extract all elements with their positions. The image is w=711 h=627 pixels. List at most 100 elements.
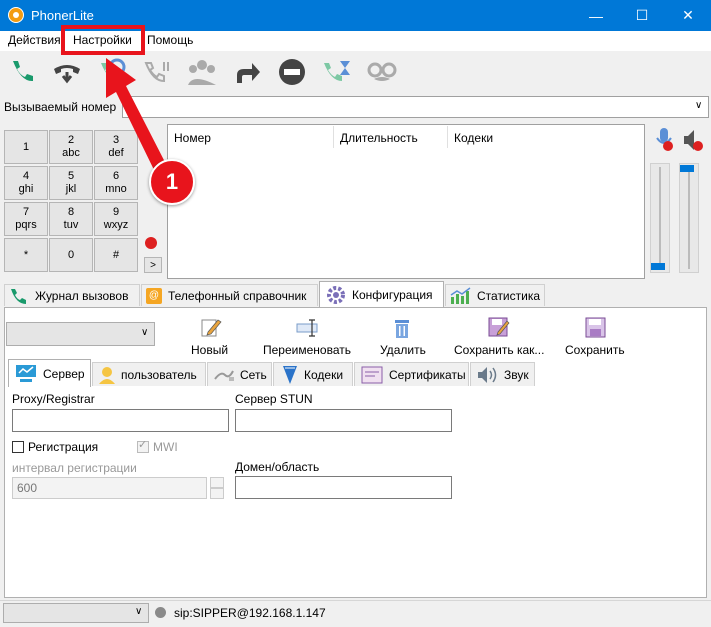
subtab-label: Сеть bbox=[240, 367, 267, 382]
subtab-user[interactable]: пользователь bbox=[92, 362, 206, 386]
chevron-down-icon: ∨ bbox=[141, 327, 149, 338]
subtab-sound[interactable]: Звук bbox=[470, 362, 535, 386]
dial-letters: abc bbox=[62, 147, 80, 159]
dial-key[interactable]: 1 bbox=[4, 130, 48, 164]
tab-label: Конфигурация bbox=[352, 287, 433, 302]
maximize-button[interactable]: ☐ bbox=[619, 0, 665, 31]
app-logo-icon bbox=[8, 7, 24, 23]
interval-input[interactable]: 600 bbox=[12, 477, 207, 499]
phonebook-icon: @ bbox=[146, 287, 162, 304]
dial-digit: 0 bbox=[67, 248, 75, 261]
new-button[interactable]: Новый bbox=[191, 343, 228, 357]
user-icon bbox=[99, 366, 115, 384]
save-as-button[interactable]: Сохранить как... bbox=[454, 343, 544, 357]
dial-key[interactable]: 7 pqrs bbox=[4, 202, 48, 236]
subtab-certificates[interactable]: Сертификаты bbox=[354, 362, 469, 386]
expand-button[interactable]: > bbox=[144, 257, 162, 273]
dial-key[interactable]: 8 tuv bbox=[49, 202, 93, 236]
column-codecs[interactable]: Кодеки bbox=[454, 131, 493, 145]
subtab-label: Кодеки bbox=[304, 367, 344, 382]
rename-button[interactable]: Переименовать bbox=[263, 343, 351, 357]
tab-statistics[interactable]: Статистика bbox=[445, 284, 545, 306]
account-select[interactable] bbox=[3, 603, 149, 623]
dial-key[interactable]: * bbox=[4, 238, 48, 272]
server-icon bbox=[16, 364, 36, 382]
minimize-button[interactable]: — bbox=[573, 0, 619, 31]
column-divider bbox=[447, 126, 448, 148]
dial-digit: 4 bbox=[22, 170, 30, 182]
dial-digit: 8 bbox=[67, 206, 75, 218]
rename-icon bbox=[296, 318, 320, 338]
tab-configuration[interactable]: Конфигурация bbox=[319, 281, 444, 307]
dial-letters: tuv bbox=[63, 219, 79, 231]
register-label[interactable]: Регистрация bbox=[28, 440, 98, 454]
subtab-network[interactable]: Сеть bbox=[207, 362, 272, 386]
stun-input[interactable] bbox=[235, 409, 452, 432]
subtab-label: пользователь bbox=[121, 367, 197, 382]
record-icon[interactable] bbox=[145, 237, 157, 249]
wait-call-icon[interactable] bbox=[321, 56, 353, 88]
register-checkbox[interactable] bbox=[12, 441, 24, 453]
mwi-label[interactable]: MWI bbox=[153, 440, 178, 454]
certificate-icon bbox=[361, 366, 383, 383]
subtab-label: Сертификаты bbox=[389, 367, 466, 382]
microphone-icon[interactable] bbox=[655, 128, 673, 152]
subtab-codecs[interactable]: Кодеки bbox=[273, 362, 353, 386]
slider-track bbox=[688, 167, 690, 269]
phone-call-icon[interactable] bbox=[6, 56, 38, 88]
dial-key[interactable]: 5 jkl bbox=[49, 166, 93, 200]
dial-digit: 5 bbox=[67, 170, 75, 182]
chevron-down-icon: ∨ bbox=[135, 606, 143, 617]
menu-actions[interactable]: Действия bbox=[8, 33, 61, 47]
hold-icon[interactable] bbox=[51, 56, 83, 88]
subtab-server[interactable]: Сервер bbox=[8, 359, 91, 387]
statistics-icon bbox=[450, 286, 471, 304]
dial-key[interactable]: 0 bbox=[49, 238, 93, 272]
speaker-icon[interactable] bbox=[682, 128, 704, 152]
dnd-icon[interactable] bbox=[276, 56, 308, 88]
save-button[interactable]: Сохранить bbox=[565, 343, 625, 357]
mic-slider-thumb[interactable] bbox=[651, 263, 665, 270]
sound-icon bbox=[478, 366, 497, 383]
calls-list[interactable] bbox=[167, 124, 645, 279]
profile-select[interactable] bbox=[6, 322, 155, 346]
tab-label: Журнал вызовов bbox=[35, 288, 129, 303]
dial-key[interactable]: 4 ghi bbox=[4, 166, 48, 200]
codecs-icon bbox=[283, 365, 297, 384]
tab-label: Статистика bbox=[477, 288, 541, 303]
status-indicator-icon bbox=[155, 607, 166, 618]
dial-letters: pqrs bbox=[15, 219, 37, 231]
dial-letters: jkl bbox=[65, 183, 77, 195]
dial-digit: 1 bbox=[22, 140, 30, 153]
delete-button[interactable]: Удалить bbox=[380, 343, 426, 357]
proxy-input[interactable] bbox=[12, 409, 229, 432]
tab-label: Телефонный справочник bbox=[168, 288, 307, 303]
dial-digit: # bbox=[112, 248, 120, 261]
incognito-icon[interactable] bbox=[366, 56, 398, 88]
tab-phonebook[interactable]: @ Телефонный справочник bbox=[141, 284, 318, 306]
chevron-down-icon: ∨ bbox=[695, 100, 703, 111]
dial-key[interactable]: # bbox=[94, 238, 138, 272]
menu-help[interactable]: Помощь bbox=[147, 33, 193, 47]
subtab-label: Звук bbox=[504, 367, 529, 382]
new-icon bbox=[200, 316, 222, 338]
spin-up-button[interactable] bbox=[210, 477, 224, 488]
close-button[interactable]: ✕ bbox=[665, 0, 711, 31]
slider-track bbox=[659, 167, 661, 269]
domain-input[interactable] bbox=[235, 476, 452, 499]
column-divider bbox=[333, 126, 334, 148]
status-text: sip:SIPPER@192.168.1.147 bbox=[174, 606, 326, 620]
dial-digit: * bbox=[23, 248, 29, 261]
forward-icon[interactable] bbox=[231, 56, 263, 88]
column-duration[interactable]: Длительность bbox=[340, 131, 418, 145]
step-badge: 1 bbox=[149, 159, 195, 205]
callee-input[interactable] bbox=[122, 96, 709, 118]
dial-key[interactable]: 2 abc bbox=[49, 130, 93, 164]
save-as-icon bbox=[488, 316, 510, 338]
spin-down-button[interactable] bbox=[210, 488, 224, 499]
subtab-label: Сервер bbox=[43, 366, 85, 381]
proxy-label: Proxy/Registrar bbox=[12, 392, 95, 406]
speaker-slider-thumb[interactable] bbox=[680, 165, 694, 172]
tab-call-log[interactable]: Журнал вызовов bbox=[4, 284, 140, 306]
save-icon bbox=[585, 316, 607, 338]
